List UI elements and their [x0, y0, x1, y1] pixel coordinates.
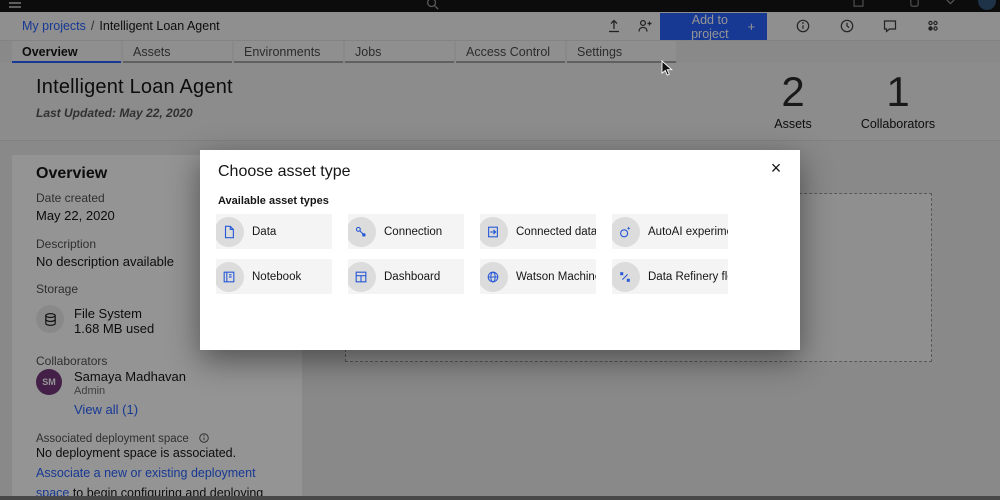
- asset-tile-notebook[interactable]: Notebook: [216, 259, 332, 294]
- notebook-icon: [223, 271, 235, 282]
- tile-disc: [612, 216, 640, 247]
- app-root: My projects / Intelligent Loan Agent Add t…: [0, 0, 1000, 500]
- close-icon: ×: [770, 158, 782, 178]
- asset-tile-connected-data[interactable]: Connected data: [480, 214, 596, 249]
- asset-tile-data[interactable]: Data: [216, 214, 332, 249]
- asset-type-grid: Data Connection Connected data AutoAI ex…: [216, 214, 728, 294]
- asset-tile-connection[interactable]: Connection: [348, 214, 464, 249]
- available-asset-types-label: Available asset types: [218, 195, 329, 207]
- mouse-cursor: [661, 60, 673, 76]
- connection-icon: [355, 226, 366, 237]
- asset-tile-autoai-experiment[interactable]: AutoAI experiment: [612, 214, 728, 249]
- asset-tile-watson-machine-learning[interactable]: Watson Machine Le...: [480, 259, 596, 294]
- tile-label: Connection: [384, 225, 443, 238]
- modal-title: Choose asset type: [218, 163, 351, 180]
- asset-tile-data-refinery-flow[interactable]: Data Refinery flow: [612, 259, 728, 294]
- tile-disc: [480, 216, 508, 247]
- choose-asset-type-modal: Choose asset type × Available asset type…: [200, 150, 800, 350]
- watson-ml-icon: [487, 271, 499, 282]
- tile-label: Notebook: [252, 270, 302, 283]
- dashboard-icon: [355, 271, 367, 282]
- autoai-icon: [620, 225, 631, 237]
- data-icon: [224, 225, 234, 238]
- asset-tile-dashboard[interactable]: Dashboard: [348, 259, 464, 294]
- connected-data-icon: [488, 226, 498, 237]
- tile-label: Connected data: [516, 225, 596, 238]
- close-button[interactable]: ×: [764, 156, 788, 180]
- data-refinery-icon: [620, 271, 630, 282]
- tile-disc: [216, 261, 244, 292]
- tile-label: Watson Machine Le...: [516, 270, 596, 283]
- tile-disc: [348, 261, 376, 292]
- tile-disc: [480, 261, 508, 292]
- tile-disc: [348, 216, 376, 247]
- tile-disc: [216, 216, 244, 247]
- tile-label: Data Refinery flow: [648, 270, 728, 283]
- tile-label: Dashboard: [384, 270, 441, 283]
- tile-disc: [612, 261, 640, 292]
- tile-label: AutoAI experiment: [648, 225, 728, 238]
- tile-label: Data: [252, 225, 277, 238]
